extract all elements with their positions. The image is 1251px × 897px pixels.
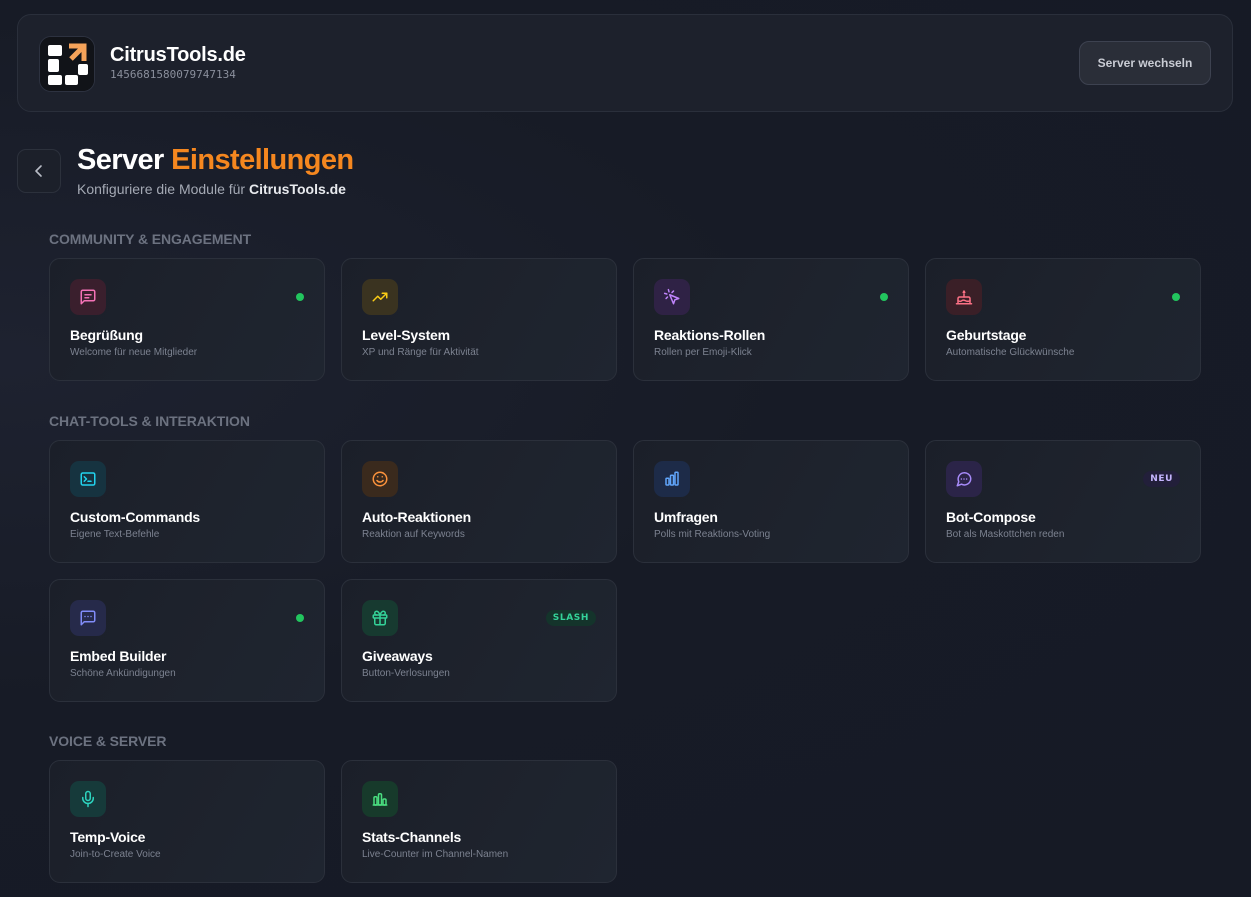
module-name: Reaktions-Rollen: [654, 327, 766, 343]
module-name: Bot-Compose: [946, 509, 1036, 525]
module-name: Geburtstage: [946, 327, 1027, 343]
module-card-stats-channels[interactable]: Stats-Channels Live-Counter im Channel-N…: [341, 760, 617, 883]
page-subtitle-server: CitrusTools.de: [249, 181, 346, 197]
module-description: Schöne Ankündigungen: [70, 668, 176, 679]
page-subtitle-prefix: Konfiguriere die Module für: [77, 181, 246, 197]
module-card-geburtstage[interactable]: Geburtstage Automatische Glückwünsche: [925, 258, 1201, 381]
module-card-begruessung[interactable]: Begrüßung Welcome für neue Mitglieder: [49, 258, 325, 381]
module-description: Reaktion auf Keywords: [362, 529, 465, 540]
module-description: Join-to-Create Voice: [70, 849, 161, 860]
module-name: Auto-Reaktionen: [362, 509, 472, 525]
gift-icon: [362, 600, 398, 636]
module-name: Begrüßung: [70, 327, 143, 343]
message-circle-icon: [946, 461, 982, 497]
active-status-dot: [296, 614, 304, 622]
slash-badge: SLASH: [545, 610, 596, 626]
smile-icon: [362, 461, 398, 497]
module-name: Umfragen: [654, 509, 718, 525]
module-description: XP und Ränge für Aktivität: [362, 347, 479, 358]
module-name: Temp-Voice: [70, 829, 146, 845]
server-header: CitrusTools.de 1456681580079747134 Serve…: [17, 14, 1233, 112]
cake-icon: [946, 279, 982, 315]
module-description: Welcome für neue Mitglieder: [70, 347, 198, 358]
page-title: Server Einstellungen: [77, 144, 354, 177]
module-name: Stats-Channels: [362, 829, 462, 845]
module-card-auto-reaktionen[interactable]: Auto-Reaktionen Reaktion auf Keywords: [341, 440, 617, 563]
bar-chart-icon: [654, 461, 690, 497]
module-name: Giveaways: [362, 648, 433, 664]
module-name: Level-System: [362, 327, 450, 343]
section-title-voice: VOICE & SERVER: [49, 733, 167, 749]
module-card-umfragen[interactable]: Umfragen Polls mit Reaktions-Voting: [633, 440, 909, 563]
new-badge: NEU: [1143, 471, 1180, 487]
module-description: Rollen per Emoji-Klick: [654, 347, 752, 358]
mouse-pointer-click-icon: [654, 279, 690, 315]
module-description: Bot als Maskottchen reden: [946, 529, 1065, 540]
server-logo-icon: [39, 36, 95, 92]
server-name: CitrusTools.de: [110, 44, 246, 66]
module-name: Custom-Commands: [70, 509, 201, 525]
module-card-bot-compose[interactable]: NEU Bot-Compose Bot als Maskottchen rede…: [925, 440, 1201, 563]
chevron-left-icon: [35, 165, 42, 177]
module-name: Embed Builder: [70, 648, 167, 664]
module-description: Automatische Glückwünsche: [946, 347, 1075, 358]
message-square-more-icon: [70, 600, 106, 636]
active-status-dot: [880, 293, 888, 301]
module-description: Eigene Text-Befehle: [70, 529, 160, 540]
page-title-main: Server: [77, 144, 164, 176]
page-title-accent: Einstellungen: [171, 144, 354, 176]
stats-bars-icon: [362, 781, 398, 817]
active-status-dot: [1172, 293, 1180, 301]
back-button[interactable]: [17, 149, 61, 193]
active-status-dot: [296, 293, 304, 301]
section-title-chat-tools: CHAT-TOOLS & INTERAKTION: [49, 413, 250, 429]
module-description: Button-Verlosungen: [362, 668, 450, 679]
module-card-level-system[interactable]: Level-System XP und Ränge für Aktivität: [341, 258, 617, 381]
module-card-custom-commands[interactable]: Custom-Commands Eigene Text-Befehle: [49, 440, 325, 563]
switch-server-button[interactable]: Server wechseln: [1079, 41, 1211, 85]
mic-icon: [70, 781, 106, 817]
module-description: Live-Counter im Channel-Namen: [362, 849, 509, 860]
terminal-icon: [70, 461, 106, 497]
module-card-temp-voice[interactable]: Temp-Voice Join-to-Create Voice: [49, 760, 325, 883]
server-id: 1456681580079747134: [110, 68, 236, 81]
module-description: Polls mit Reaktions-Voting: [654, 529, 771, 540]
trending-up-icon: [362, 279, 398, 315]
section-title-community: COMMUNITY & ENGAGEMENT: [49, 231, 252, 247]
module-card-embed-builder[interactable]: Embed Builder Schöne Ankündigungen: [49, 579, 325, 702]
page-subtitle: Konfiguriere die Module für CitrusTools.…: [77, 181, 346, 197]
module-card-giveaways[interactable]: SLASH Giveaways Button-Verlosungen: [341, 579, 617, 702]
message-square-icon: [70, 279, 106, 315]
module-card-reaktions-rollen[interactable]: Reaktions-Rollen Rollen per Emoji-Klick: [633, 258, 909, 381]
